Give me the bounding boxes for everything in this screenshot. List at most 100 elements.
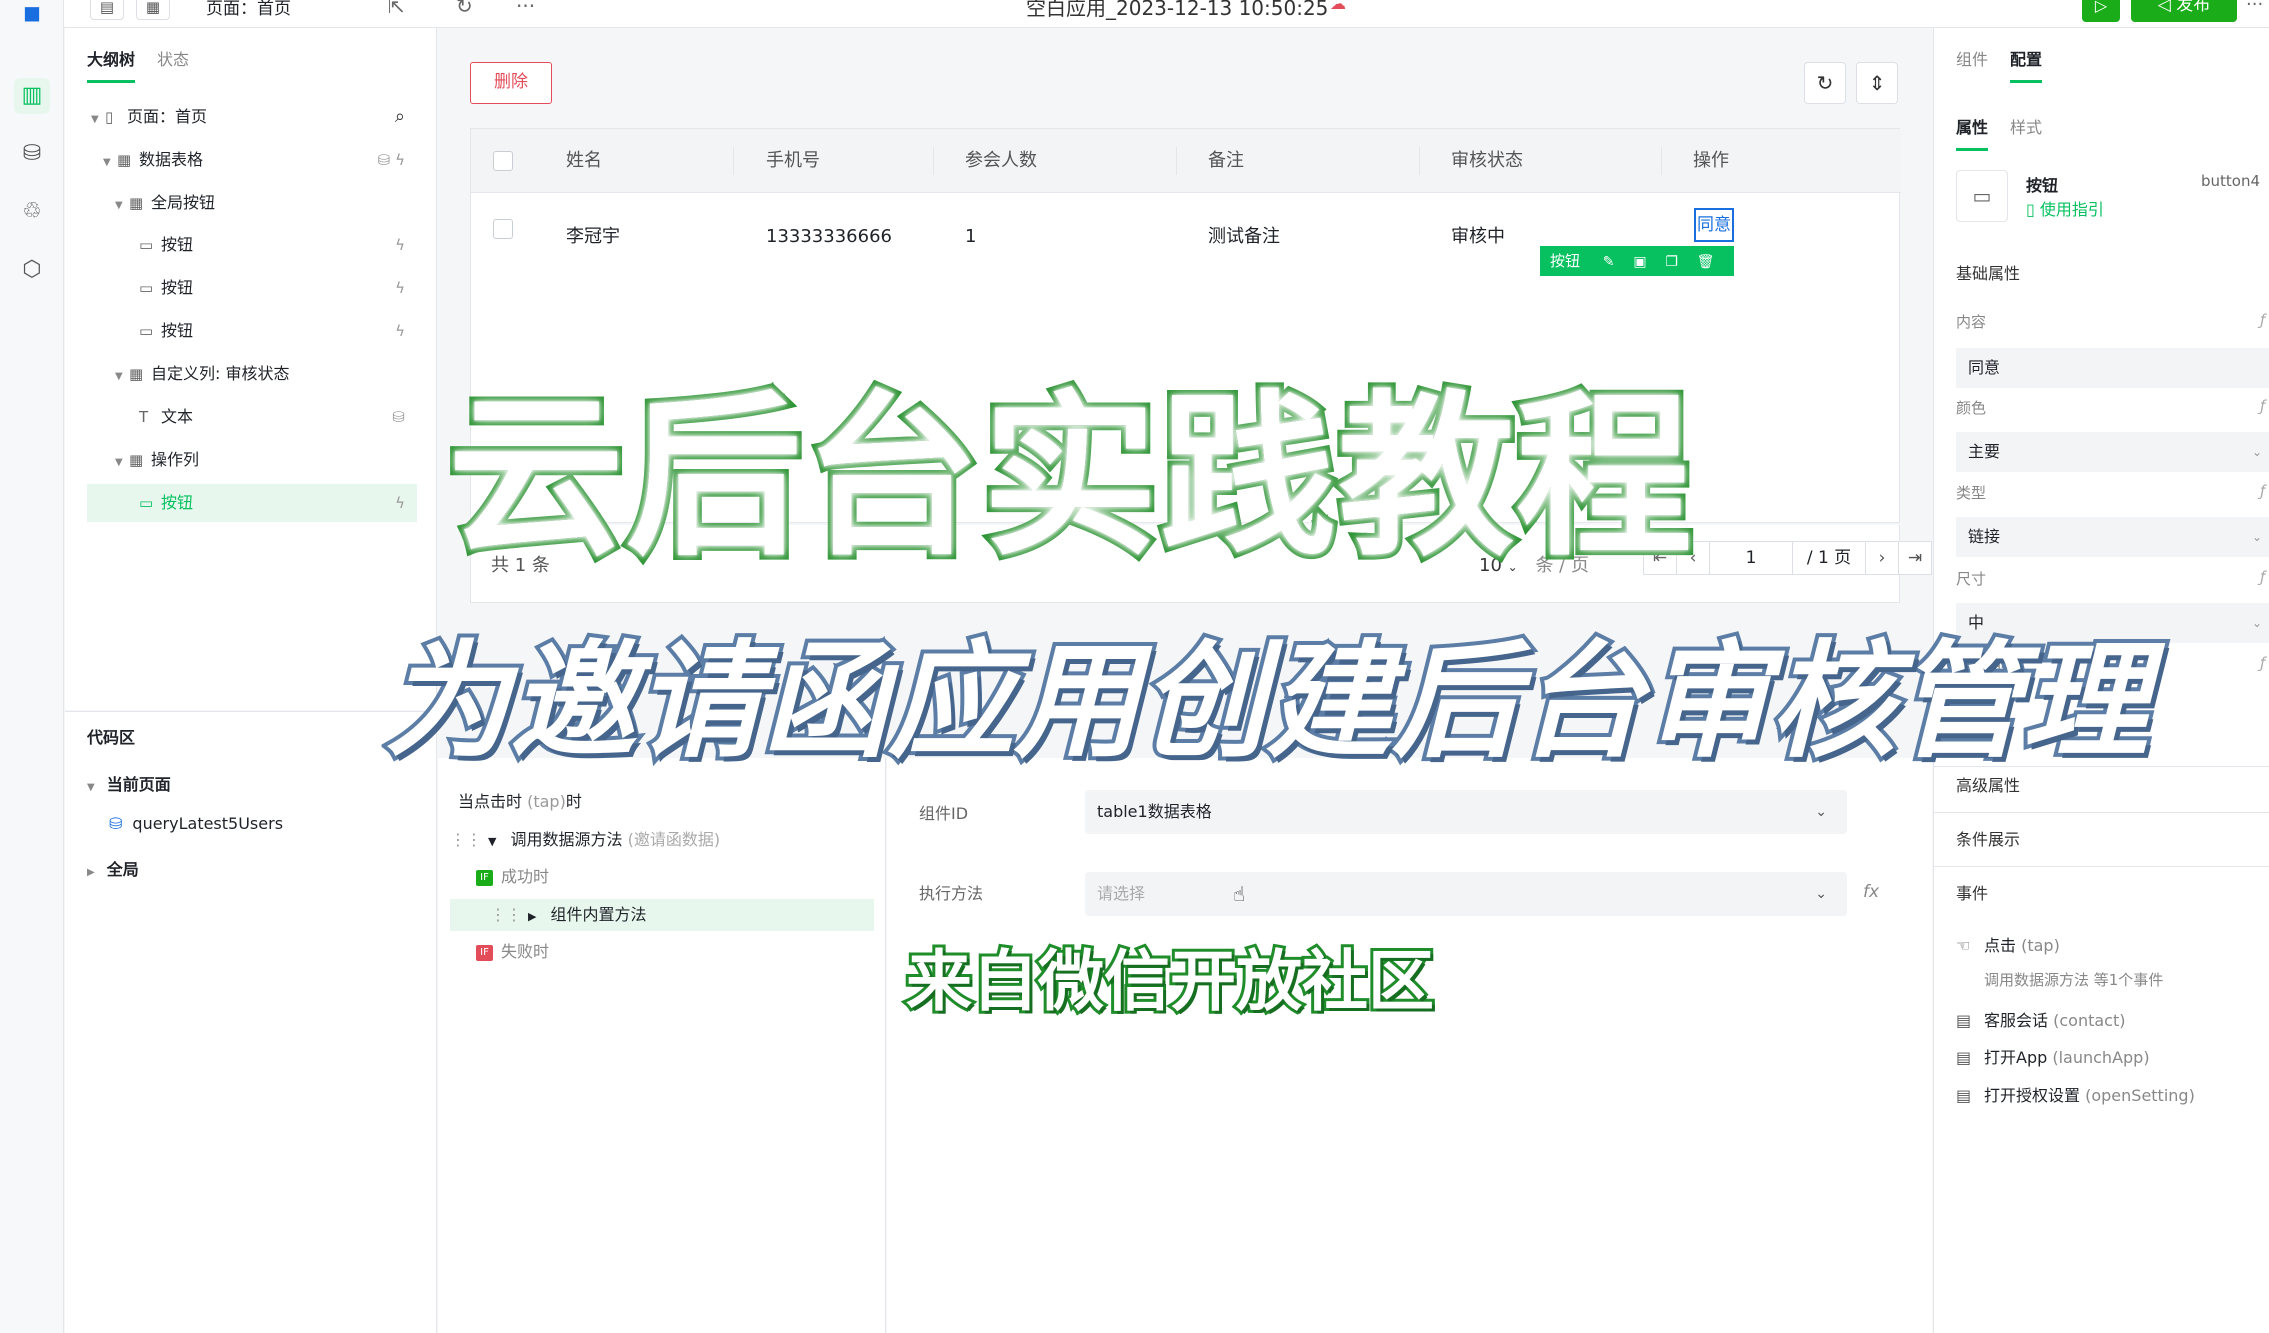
table-icon: ▦ <box>129 194 144 212</box>
more-menu-icon[interactable]: ··· <box>2246 0 2263 15</box>
event-branch-success[interactable]: IF 成功时 <box>450 861 874 893</box>
caption-main-title: 云后台实践教程 <box>443 370 1697 585</box>
more-icon[interactable]: ··· <box>516 0 535 18</box>
code-tree-current-page[interactable]: ▼ 当前页面 <box>87 771 171 795</box>
tree-item-text[interactable]: T 文本 ⛁ <box>87 398 417 436</box>
tab-config[interactable]: 配置 <box>2010 46 2043 83</box>
current-page-input[interactable]: 1 <box>1709 541 1793 575</box>
event-launchapp[interactable]: ▤ 打开App (launchApp) <box>1956 1044 2150 1068</box>
event-name: 打开授权设置 <box>1984 1086 2081 1105</box>
next-page-icon[interactable]: › <box>1865 541 1899 575</box>
tree-item-button[interactable]: ▭ 按钮 ϟ <box>87 312 417 350</box>
caption-subtitle: 为邀请函应用创建后台审核管理 <box>380 624 2152 779</box>
tree-item-datatable[interactable]: ▼ ▦ 数据表格 ⛁ ϟ <box>87 141 417 179</box>
select-all-checkbox[interactable] <box>493 151 513 171</box>
bolt-icon: ϟ <box>395 322 405 340</box>
tree-item-action-column[interactable]: ▼ ▦ 操作列 <box>87 441 417 479</box>
event-step-inner-method[interactable]: ⋮⋮ ▶ 组件内置方法 <box>450 899 874 931</box>
component-id-label: 组件ID <box>919 804 969 823</box>
cell-count: 1 <box>965 226 977 247</box>
tree-label: 自定义列: 审核状态 <box>151 364 290 383</box>
page-view-icon[interactable]: ▤ <box>90 0 124 20</box>
event-contact[interactable]: ▤ 客服会话 (contact) <box>1956 1007 2125 1031</box>
delete-button[interactable]: 删除 <box>470 62 552 104</box>
components-icon[interactable]: ♲ <box>14 194 50 230</box>
event-tap[interactable]: ☜ 点击 (tap) <box>1956 932 2060 956</box>
conditional-display-title[interactable]: 条件展示 <box>1956 826 2020 850</box>
tree-item-global-buttons[interactable]: ▼ ▦ 全局按钮 <box>87 184 417 222</box>
settings-hex-icon[interactable]: ⬡ <box>14 252 50 288</box>
drag-handle-icon[interactable]: ⋮⋮ <box>450 830 482 849</box>
top-toolbar: ▤ ▦ 页面：首页 ⇱ ↻ ··· 空白应用_2023-12-13 10:50:… <box>0 0 2269 28</box>
row-checkbox[interactable] <box>493 219 513 239</box>
drag-handle-icon[interactable]: ⋮⋮ <box>490 905 522 924</box>
prop-type-select[interactable]: 链接 ⌄ <box>1956 517 2269 557</box>
tree-item-button[interactable]: ▭ 按钮 ϟ <box>87 269 417 307</box>
layout-view-icon[interactable]: ▦ <box>136 0 170 20</box>
fx-icon[interactable]: ƒ <box>2260 654 2265 672</box>
tab-state[interactable]: 状态 <box>157 46 189 83</box>
fx-icon[interactable]: ƒ <box>2260 311 2265 329</box>
toolbox-icon[interactable]: ◼ <box>14 0 50 32</box>
event-branch-fail[interactable]: IF 失败时 <box>450 936 874 968</box>
save-icon[interactable]: ▣ <box>1633 254 1646 270</box>
exec-method-select[interactable]: 请选择 ☝ ⌄ <box>1085 872 1847 916</box>
table-header: 姓名 手机号 参会人数 备注 审核状态 操作 <box>471 129 1901 193</box>
chevron-down-icon: ⌄ <box>2251 616 2262 630</box>
event-code: (tap) <box>2021 936 2060 955</box>
component-id-select[interactable]: table1数据表格 ⌄ <box>1085 790 1847 834</box>
code-area-title: 代码区 <box>87 728 136 747</box>
trigger-suffix: 时 <box>565 792 582 811</box>
if-badge-icon: IF <box>476 869 493 886</box>
tree-item-button-selected[interactable]: ▭ 按钮 ϟ <box>87 484 417 522</box>
tree-item-page[interactable]: ▼ ▯ 页面：首页 ⌕ <box>87 98 417 136</box>
fx-icon[interactable]: ƒ <box>2260 397 2265 415</box>
event-opensetting[interactable]: ▤ 打开授权设置 (openSetting) <box>1956 1082 2195 1106</box>
divider <box>1934 866 2269 867</box>
code-tree-query[interactable]: ⛁ queryLatest5Users <box>109 814 283 833</box>
search-icon[interactable]: ⌕ <box>395 98 405 136</box>
database-icon[interactable]: ⛁ <box>14 136 50 172</box>
tab-outline[interactable]: 大纲树 <box>87 46 136 83</box>
fx-icon[interactable]: ƒ <box>2260 482 2265 500</box>
button-icon: ▭ <box>139 236 154 254</box>
tab-props[interactable]: 属性 <box>1956 114 1989 151</box>
tree-item-button[interactable]: ▭ 按钮 ϟ <box>87 226 417 264</box>
prop-color-select[interactable]: 主要 ⌄ <box>1956 432 2269 472</box>
event-code: (contact) <box>2053 1011 2126 1030</box>
delete-icon[interactable]: 🗑 <box>1697 254 1715 270</box>
fx-icon[interactable]: fx <box>1863 882 1879 902</box>
column-height-icon[interactable]: ⇕ <box>1856 62 1898 104</box>
edit-icon[interactable]: ✎ <box>1603 254 1615 270</box>
export-icon[interactable]: ⇱ <box>388 0 405 18</box>
event-step-call-datasource[interactable]: ⋮⋮ ▼ 调用数据源方法 (邀请函数据) <box>450 824 874 856</box>
code-tree-global[interactable]: ▶ 全局 <box>87 856 139 880</box>
refresh-icon[interactable]: ↻ <box>456 0 473 18</box>
method-detail-panel: 组件ID table1数据表格 ⌄ 执行方法 请选择 ☝ ⌄ fx <box>887 758 1932 1333</box>
prop-content-input[interactable]: 同意 <box>1956 348 2269 388</box>
tab-components[interactable]: 组件 <box>1956 46 1988 83</box>
publish-button[interactable]: ◁ 发布 <box>2131 0 2237 22</box>
event-code: (openSetting) <box>2085 1086 2195 1105</box>
page-selector[interactable]: 页面：首页 <box>206 0 291 19</box>
event-icon: ▤ <box>1956 1086 1972 1105</box>
last-page-icon[interactable]: ⇥ <box>1898 541 1932 575</box>
agree-button[interactable]: 同意 <box>1694 208 1734 242</box>
trigger-label: 当点击时 <box>458 792 523 811</box>
publish-label: 发布 <box>2176 0 2211 15</box>
event-step-hint: (邀请函数据) <box>627 830 721 849</box>
usage-guide-link[interactable]: ▯ 使用指引 <box>2026 196 2104 220</box>
refresh-icon[interactable]: ↻ <box>1804 62 1846 104</box>
tree-item-custom-column[interactable]: ▼ ▦ 自定义列: 审核状态 <box>87 355 417 393</box>
bolt-icon: ϟ <box>395 279 405 297</box>
tab-style[interactable]: 样式 <box>2010 114 2042 151</box>
fx-icon[interactable]: ƒ <box>2260 568 2265 586</box>
button-icon: ▭ <box>139 494 154 512</box>
col-status: 审核状态 <box>1451 150 1523 171</box>
event-name: 客服会话 <box>1984 1011 2049 1030</box>
copy-icon[interactable]: ❐ <box>1665 254 1678 270</box>
tree-label: 按钮 <box>161 278 194 297</box>
run-button[interactable]: ▷ <box>2082 0 2120 22</box>
component-id-value: table1数据表格 <box>1097 802 1212 821</box>
outline-icon[interactable]: ▥ <box>14 78 50 114</box>
